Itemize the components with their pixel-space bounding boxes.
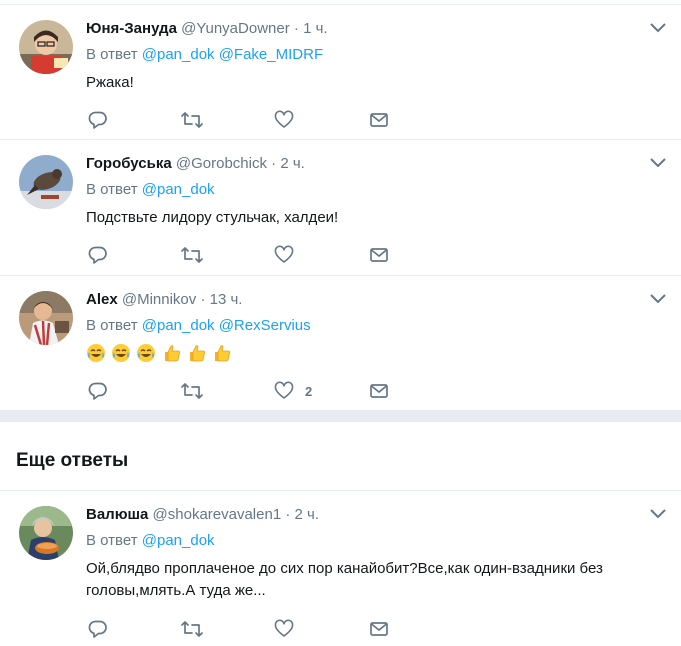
- user-handle[interactable]: @Gorobchick: [176, 155, 267, 172]
- tweet-header: Горобуська @Gorobchick · 2 ч.: [86, 155, 305, 172]
- retweet-button[interactable]: [180, 618, 204, 640]
- avatar[interactable]: [19, 155, 73, 209]
- reply-prefix: В ответ: [86, 532, 138, 549]
- reply-tweet[interactable]: Alex @Minnikov · 13 ч. В ответ @pan_dok …: [0, 275, 681, 411]
- display-name[interactable]: Alex: [86, 291, 118, 308]
- avatar[interactable]: [19, 20, 73, 74]
- envelope-icon: [370, 622, 388, 636]
- mention-link[interactable]: @pan_dok: [142, 317, 215, 334]
- like-button[interactable]: [274, 244, 305, 266]
- more-replies-title: Еще ответы: [16, 450, 129, 471]
- avatar[interactable]: [19, 291, 73, 345]
- envelope-icon: [370, 384, 388, 398]
- tweet-text: 😂😂😂👍👍👍: [86, 342, 676, 364]
- direct-message-button[interactable]: [369, 109, 389, 131]
- tweet-actions: [86, 244, 406, 266]
- timestamp[interactable]: 2 ч.: [280, 155, 305, 172]
- direct-message-button[interactable]: [369, 618, 389, 640]
- mention-link[interactable]: @Fake_MIDRF: [219, 46, 323, 63]
- reply-button[interactable]: [88, 618, 108, 640]
- section-divider: [0, 410, 681, 422]
- chevron-down-icon[interactable]: [649, 293, 667, 305]
- tweet-actions: [86, 109, 406, 131]
- heart-icon: [274, 110, 294, 128]
- tweet-text: Ой,блядво проплаченое до сих пор канайоб…: [86, 558, 676, 602]
- like-count: 2: [305, 383, 313, 399]
- separator-dot: ·: [271, 155, 277, 172]
- thumbs-up-emoji-icon: [214, 345, 230, 362]
- user-handle[interactable]: @Minnikov: [122, 291, 196, 308]
- tears-of-joy-emoji-icon: [87, 344, 105, 363]
- timestamp[interactable]: 13 ч.: [210, 291, 243, 308]
- tweet-actions: 2: [86, 380, 406, 402]
- reply-button[interactable]: [88, 380, 108, 402]
- mention-link[interactable]: @RexServius: [219, 317, 311, 334]
- tweet-actions: [86, 618, 406, 640]
- tweet-header: Юня-Зануда @YunyaDowner · 1 ч.: [86, 20, 328, 37]
- reply-context: В ответ @pan_dok: [86, 181, 215, 198]
- timestamp[interactable]: 2 ч.: [295, 506, 320, 523]
- retweet-button[interactable]: [180, 380, 204, 402]
- reply-icon: [88, 111, 107, 129]
- mention-link[interactable]: @pan_dok: [142, 46, 215, 63]
- retweet-button[interactable]: [180, 244, 204, 266]
- avatar[interactable]: [19, 506, 73, 560]
- heart-icon: [274, 245, 294, 263]
- separator-dot: ·: [200, 291, 206, 308]
- envelope-icon: [370, 248, 388, 262]
- mention-link[interactable]: @pan_dok: [142, 181, 215, 198]
- tweet-text: Ржака!: [86, 74, 134, 91]
- display-name[interactable]: Горобуська: [86, 155, 172, 172]
- reply-tweet[interactable]: Валюша @shokarevavalen1 · 2 ч. В ответ @…: [0, 490, 681, 646]
- reply-context: В ответ @pan_dok @RexServius: [86, 317, 311, 334]
- reply-button[interactable]: [88, 244, 108, 266]
- reply-tweet[interactable]: Юня-Зануда @YunyaDowner · 1 ч. В ответ @…: [0, 4, 681, 138]
- tweet-header: Alex @Minnikov · 13 ч.: [86, 291, 242, 308]
- tears-of-joy-emoji-icon: [112, 344, 131, 363]
- tweet-text-line: головы,млять.А туда же...: [86, 582, 266, 599]
- heart-icon: [274, 381, 294, 399]
- envelope-icon: [370, 113, 388, 127]
- reply-button[interactable]: [88, 109, 108, 131]
- like-button[interactable]: 2: [274, 380, 312, 402]
- direct-message-button[interactable]: [369, 380, 389, 402]
- reply-context: В ответ @pan_dok @Fake_MIDRF: [86, 46, 323, 63]
- tears-of-joy-emoji-icon: [137, 344, 156, 363]
- timestamp[interactable]: 1 ч.: [303, 20, 328, 37]
- chevron-down-icon[interactable]: [649, 22, 667, 34]
- reply-prefix: В ответ: [86, 181, 138, 198]
- separator-dot: ·: [293, 20, 299, 37]
- retweet-icon: [181, 383, 203, 399]
- like-button[interactable]: [274, 618, 305, 640]
- reply-icon: [88, 246, 107, 264]
- mention-link[interactable]: @pan_dok: [142, 532, 215, 549]
- reply-tweet[interactable]: Горобуська @Gorobchick · 2 ч. В ответ @p…: [0, 139, 681, 274]
- thumbs-up-emoji-icon: [189, 345, 205, 362]
- like-button[interactable]: [274, 109, 305, 131]
- chevron-down-icon[interactable]: [649, 157, 667, 169]
- reply-prefix: В ответ: [86, 46, 138, 63]
- retweet-icon: [181, 621, 203, 637]
- retweet-button[interactable]: [180, 109, 204, 131]
- reply-icon: [88, 620, 107, 638]
- chevron-down-icon[interactable]: [649, 508, 667, 520]
- retweet-icon: [181, 247, 203, 263]
- tweet-text-line: Ой,блядво проплаченое до сих пор канайоб…: [86, 560, 603, 577]
- user-handle[interactable]: @YunyaDowner: [181, 20, 290, 37]
- thumbs-up-emoji-icon: [164, 345, 180, 362]
- user-handle[interactable]: @shokarevavalen1: [153, 506, 282, 523]
- display-name[interactable]: Юня-Зануда: [86, 20, 177, 37]
- heart-icon: [274, 619, 294, 637]
- direct-message-button[interactable]: [369, 244, 389, 266]
- reply-icon: [88, 382, 107, 400]
- display-name[interactable]: Валюша: [86, 506, 148, 523]
- tweet-header: Валюша @shokarevavalen1 · 2 ч.: [86, 506, 319, 523]
- separator-dot: ·: [285, 506, 291, 523]
- reply-prefix: В ответ: [86, 317, 138, 334]
- reply-context: В ответ @pan_dok: [86, 532, 215, 549]
- retweet-icon: [181, 112, 203, 128]
- tweet-text: Подствьте лидору стульчак, халдеи!: [86, 209, 339, 226]
